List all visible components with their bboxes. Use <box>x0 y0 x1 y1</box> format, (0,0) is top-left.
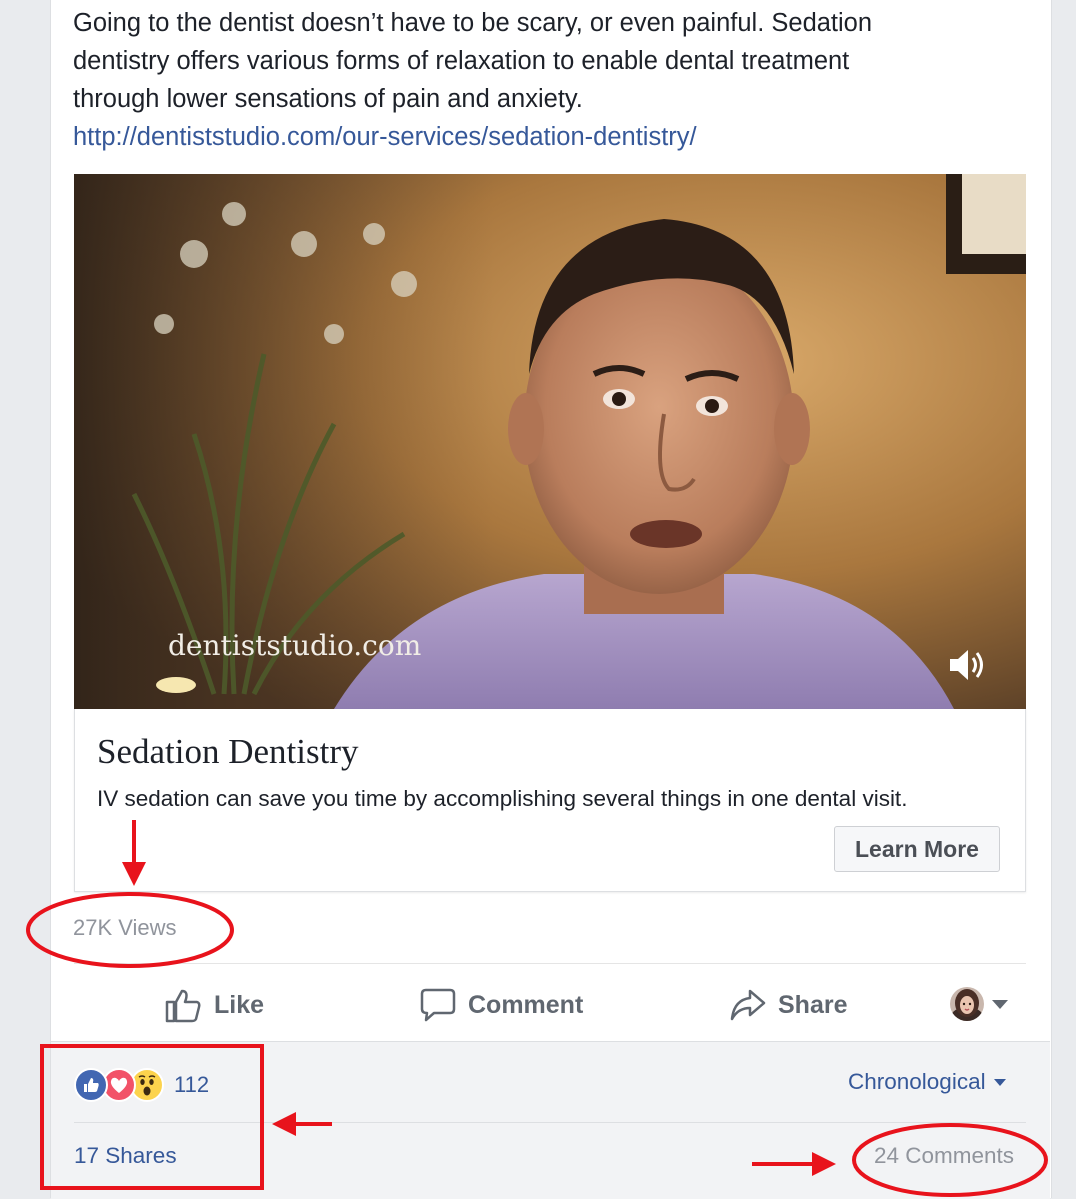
attachment-description: IV sedation can save you time by accompl… <box>97 786 908 811</box>
share-label: Share <box>778 990 848 1019</box>
comment-label: Comment <box>468 990 584 1019</box>
share-arrow-icon <box>730 989 766 1021</box>
video-watermark: dentiststudio.com <box>168 629 422 662</box>
post-text-line: through lower sensations of pain and anx… <box>73 85 583 113</box>
thumbs-up-icon <box>165 989 201 1023</box>
avatar <box>950 987 984 1021</box>
video-player[interactable]: dentiststudio.com <box>74 174 1026 709</box>
reactions-summary[interactable]: 112 <box>74 1068 209 1102</box>
share-button[interactable]: Share <box>730 983 847 1027</box>
chevron-down-icon <box>992 999 1008 1009</box>
divider <box>74 1122 1026 1123</box>
speaker-volume-icon[interactable] <box>946 645 990 685</box>
post-as-selector[interactable] <box>950 987 1008 1021</box>
learn-more-button[interactable]: Learn More <box>834 826 1000 872</box>
comments-count[interactable]: 24 Comments <box>874 1143 1014 1169</box>
like-label: Like <box>214 990 265 1019</box>
post-text-line: dentistry offers various forms of relaxa… <box>73 47 850 75</box>
shares-count[interactable]: 17 Shares <box>74 1143 177 1169</box>
post-link[interactable]: http://dentiststudio.com/our-services/se… <box>73 118 993 156</box>
comment-sort-dropdown[interactable]: Chronological <box>848 1069 1006 1095</box>
attachment-title[interactable]: Sedation Dentistry <box>97 732 359 772</box>
comment-bubble-icon <box>420 988 456 1022</box>
like-button[interactable]: Like <box>164 983 264 1027</box>
like-reaction-icon <box>74 1068 108 1102</box>
post-footer <box>51 1041 1050 1199</box>
divider <box>74 963 1026 964</box>
views-count[interactable]: 27K Views <box>73 915 177 941</box>
chevron-down-icon <box>993 1078 1006 1086</box>
sort-label: Chronological <box>848 1069 986 1094</box>
post-message: Going to the dentist doesn’t have to be … <box>73 4 993 156</box>
post-text-line: Going to the dentist doesn’t have to be … <box>73 9 873 37</box>
reaction-count[interactable]: 112 <box>174 1072 209 1098</box>
comment-button[interactable]: Comment <box>420 983 583 1027</box>
